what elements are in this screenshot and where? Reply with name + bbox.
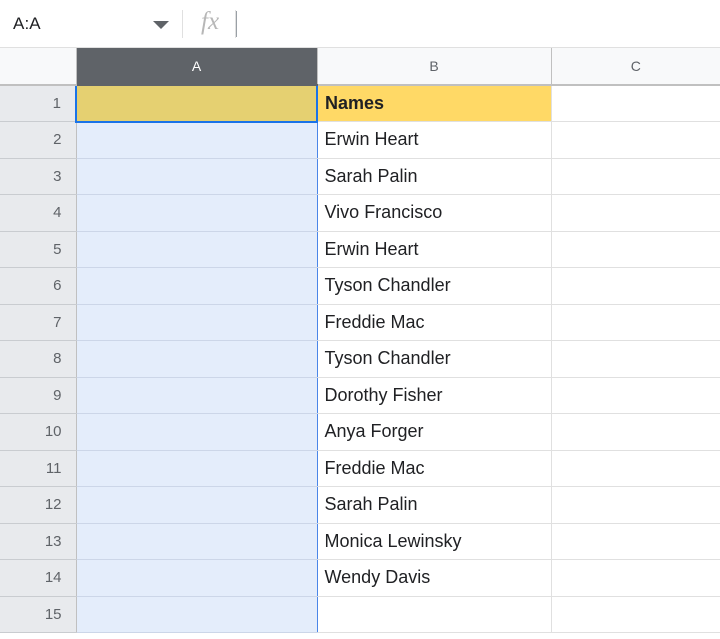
column-header-a[interactable]: A — [76, 48, 318, 86]
row-header-15[interactable]: 15 — [0, 596, 77, 633]
text-caret — [236, 10, 238, 37]
cell-C10[interactable] — [551, 413, 720, 451]
cell-B4[interactable]: Vivo Francisco — [317, 194, 552, 232]
cell-C6[interactable] — [551, 267, 720, 305]
grid-row: 11 Freddie Mac — [0, 450, 720, 487]
select-all-corner[interactable] — [0, 48, 77, 86]
cell-A15[interactable] — [76, 596, 318, 633]
cell-B1[interactable]: Names — [317, 85, 552, 122]
column-header-b[interactable]: B — [317, 48, 552, 86]
row-header-9[interactable]: 9 — [0, 377, 77, 414]
grid-row: 10 Anya Forger — [0, 413, 720, 451]
row-header-4[interactable]: 4 — [0, 194, 77, 232]
cell-C3[interactable] — [551, 158, 720, 195]
grid-row: 13 Monica Lewinsky — [0, 523, 720, 560]
cell-C15[interactable] — [551, 596, 720, 633]
grid-row: 5 Erwin Heart — [0, 231, 720, 268]
formula-input[interactable] — [236, 0, 720, 48]
name-box[interactable]: A:A — [0, 0, 182, 48]
cell-C12[interactable] — [551, 486, 720, 524]
cell-B12[interactable]: Sarah Palin — [317, 486, 552, 524]
grid-row: 4 Vivo Francisco — [0, 194, 720, 232]
cell-B10[interactable]: Anya Forger — [317, 413, 552, 451]
function-fx-icon[interactable]: fx — [183, 9, 235, 34]
cell-B14[interactable]: Wendy Davis — [317, 559, 552, 597]
grid-row: 2 Erwin Heart — [0, 121, 720, 159]
cell-A2[interactable] — [76, 121, 318, 159]
formula-bar: A:A fx — [0, 0, 720, 48]
cell-A10[interactable] — [76, 413, 318, 451]
row-header-10[interactable]: 10 — [0, 413, 77, 451]
cell-A1[interactable] — [75, 84, 318, 123]
cell-B6[interactable]: Tyson Chandler — [317, 267, 552, 305]
row-header-2[interactable]: 2 — [0, 121, 77, 159]
cell-A7[interactable] — [76, 304, 318, 341]
cell-A5[interactable] — [76, 231, 318, 268]
name-box-value: A:A — [13, 13, 41, 33]
cell-B8[interactable]: Tyson Chandler — [317, 340, 552, 378]
cell-C8[interactable] — [551, 340, 720, 378]
cell-A6[interactable] — [76, 267, 318, 305]
grid-row: 15 — [0, 596, 720, 633]
cell-B13[interactable]: Monica Lewinsky — [317, 523, 552, 560]
grid-row: 1 Names — [0, 84, 720, 123]
cell-A12[interactable] — [76, 486, 318, 524]
cell-A3[interactable] — [76, 158, 318, 195]
cell-B15[interactable] — [317, 596, 552, 633]
row-header-3[interactable]: 3 — [0, 158, 77, 195]
grid-row: 14 Wendy Davis — [0, 559, 720, 597]
cell-C2[interactable] — [551, 121, 720, 159]
row-header-13[interactable]: 13 — [0, 523, 77, 560]
cell-B9[interactable]: Dorothy Fisher — [317, 377, 552, 414]
cell-C7[interactable] — [551, 304, 720, 341]
spreadsheet-grid[interactable]: A B C 1 Names 2 Erwin Heart 3 Sarah Palin 4 Viv… — [0, 48, 720, 639]
cell-C14[interactable] — [551, 559, 720, 597]
row-header-7[interactable]: 7 — [0, 304, 77, 341]
cell-C1[interactable] — [551, 85, 720, 122]
chevron-down-icon[interactable] — [153, 20, 169, 29]
cell-A13[interactable] — [76, 523, 318, 560]
cell-B3[interactable]: Sarah Palin — [317, 158, 552, 195]
column-header-c[interactable]: C — [551, 48, 720, 86]
cell-B2[interactable]: Erwin Heart — [317, 121, 552, 159]
row-header-5[interactable]: 5 — [0, 231, 77, 268]
cell-A4[interactable] — [76, 194, 318, 232]
row-header-1[interactable]: 1 — [0, 85, 77, 122]
cell-C4[interactable] — [551, 194, 720, 232]
grid-row: 6 Tyson Chandler — [0, 267, 720, 305]
row-header-14[interactable]: 14 — [0, 559, 77, 597]
column-header-row: A B C — [0, 48, 720, 86]
grid-row: 7 Freddie Mac — [0, 304, 720, 341]
cell-C13[interactable] — [551, 523, 720, 560]
cell-C9[interactable] — [551, 377, 720, 414]
cell-A11[interactable] — [76, 450, 318, 487]
cell-B7[interactable]: Freddie Mac — [317, 304, 552, 341]
grid-row: 8 Tyson Chandler — [0, 340, 720, 378]
cell-A9[interactable] — [76, 377, 318, 414]
row-header-11[interactable]: 11 — [0, 450, 77, 487]
row-header-8[interactable]: 8 — [0, 340, 77, 378]
grid-row: 3 Sarah Palin — [0, 158, 720, 195]
grid-row: 12 Sarah Palin — [0, 486, 720, 524]
cell-A14[interactable] — [76, 559, 318, 597]
cell-B5[interactable]: Erwin Heart — [317, 231, 552, 268]
row-header-6[interactable]: 6 — [0, 267, 77, 305]
cell-A8[interactable] — [76, 340, 318, 378]
grid-row: 9 Dorothy Fisher — [0, 377, 720, 414]
cell-B11[interactable]: Freddie Mac — [317, 450, 552, 487]
row-header-12[interactable]: 12 — [0, 486, 77, 524]
cell-C11[interactable] — [551, 450, 720, 487]
cell-C5[interactable] — [551, 231, 720, 268]
